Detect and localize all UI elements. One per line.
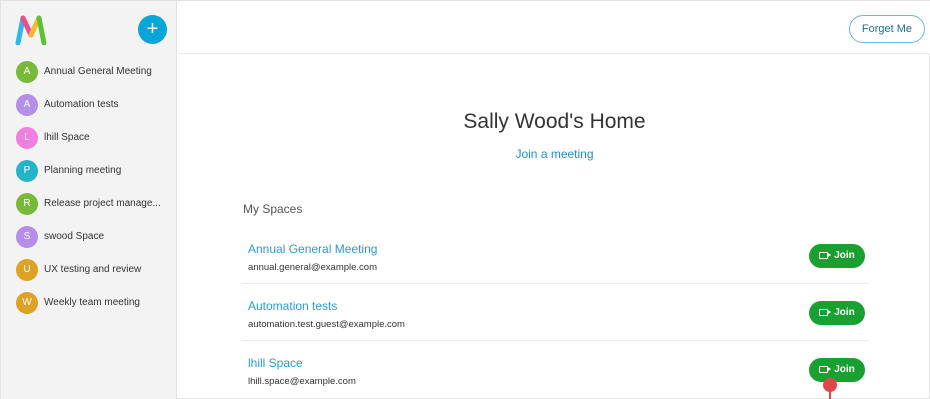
space-avatar: A [16, 60, 38, 83]
space-avatar: P [16, 159, 38, 182]
sidebar: + A Annual General Meeting A Automation tes… [1, 1, 177, 399]
space-email: automation.test.guest@example.com [248, 319, 405, 330]
my-spaces-heading: My Spaces [243, 202, 303, 216]
pointer-cursor-indicator [823, 378, 837, 392]
join-button-label: Join [834, 364, 855, 375]
space-avatar: A [16, 93, 38, 116]
space-avatar: L [16, 126, 38, 149]
sidebar-space-item[interactable]: Sswood Space [1, 220, 177, 253]
forget-me-button[interactable]: Forget Me [848, 15, 925, 43]
sidebar-space-item[interactable]: P Planning meeting [1, 154, 177, 187]
sidebar-space-label: Weekly team meeting [44, 297, 140, 308]
space-email: annual.general@example.com [248, 262, 377, 273]
my-spaces-list: Annual General Meeting annual.general@exa… [242, 227, 869, 398]
space-title-link[interactable]: lhill Space [248, 356, 303, 370]
space-avatar: S [16, 225, 38, 248]
pointer-cursor-stem [829, 391, 831, 399]
sidebar-space-label: Planning meeting [44, 165, 122, 176]
join-button[interactable]: Join [809, 244, 865, 268]
space-avatar: R [16, 192, 38, 215]
add-space-button[interactable]: + [138, 15, 167, 44]
space-row: Annual General Meeting annual.general@exa… [242, 227, 869, 284]
join-button[interactable]: Join [809, 301, 865, 325]
sidebar-space-item[interactable]: A Annual General Meeting [1, 55, 177, 88]
space-avatar: U [16, 258, 38, 281]
join-a-meeting-link[interactable]: Join a meeting [178, 147, 930, 161]
main-content: Sally Wood's Home Join a meeting My Spac… [178, 54, 930, 399]
sidebar-space-item[interactable]: Llhill Space [1, 121, 177, 154]
space-title-link[interactable]: Annual General Meeting [248, 242, 377, 256]
app-window: + A Annual General Meeting A Automation tes… [0, 0, 930, 399]
join-button-label: Join [834, 250, 855, 261]
m-logo-icon[interactable] [15, 15, 47, 45]
sidebar-space-item[interactable]: W Weekly team meeting [1, 286, 177, 319]
sidebar-space-item[interactable]: U UX testing and review [1, 253, 177, 286]
join-button[interactable]: Join [809, 358, 865, 382]
sidebar-space-label: swood Space [44, 231, 105, 242]
page-title: Sally Wood's Home [463, 110, 646, 133]
sidebar-space-label: UX testing and review [44, 264, 142, 275]
sidebar-space-label: Automation tests [44, 99, 119, 110]
video-camera-icon [819, 252, 832, 259]
join-button-label: Join [834, 307, 855, 318]
video-camera-icon [819, 366, 832, 373]
sidebar-space-label: Release project manage... [44, 198, 161, 209]
sidebar-space-item[interactable]: A Automation tests [1, 88, 177, 121]
sidebar-space-item[interactable]: R Release project manage... [1, 187, 177, 220]
top-bar: Forget Me [178, 1, 930, 54]
video-camera-icon [819, 309, 832, 316]
sidebar-space-label: Annual General Meeting [44, 66, 152, 77]
sidebar-space-label: lhill Space [44, 132, 90, 143]
space-email: lhill.space@example.com [248, 376, 356, 387]
space-row: Automation tests automation.test.guest@ex… [242, 284, 869, 341]
space-avatar: W [16, 291, 38, 314]
space-row: lhill Space lhill.space@example.com Join [242, 341, 869, 398]
space-list: A Annual General Meeting A Automation tests… [1, 55, 177, 319]
space-title-link[interactable]: Automation tests [248, 299, 337, 313]
